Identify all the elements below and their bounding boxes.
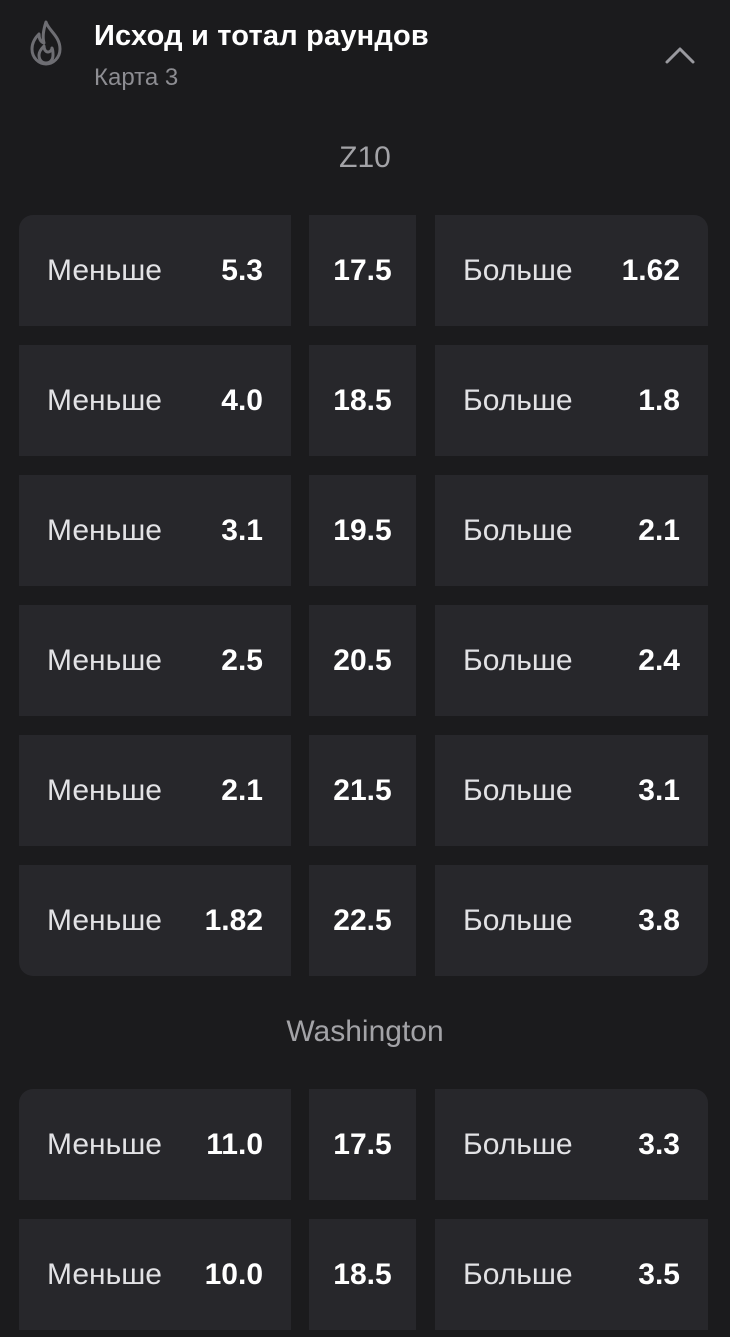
odds-row: Меньше 4.0 18.5 Больше 1.8: [19, 345, 708, 456]
under-odd-button[interactable]: Меньше 4.0: [19, 345, 291, 456]
odds-row: Меньше 5.3 17.5 Больше 1.62: [19, 215, 708, 326]
over-odd-button[interactable]: Больше 3.8: [435, 865, 708, 976]
chevron-up-icon[interactable]: [662, 38, 698, 72]
odds-row: Меньше 10.0 18.5 Больше 3.5: [19, 1219, 708, 1330]
total-value: 22.5: [333, 903, 392, 937]
under-odd: 10.0: [204, 1257, 263, 1291]
over-odd: 1.8: [638, 383, 680, 417]
over-label: Больше: [463, 643, 573, 677]
under-label: Меньше: [47, 903, 162, 937]
under-odd: 5.3: [221, 253, 263, 287]
over-label: Больше: [463, 903, 573, 937]
over-odd-button[interactable]: Больше 2.1: [435, 475, 708, 586]
under-label: Меньше: [47, 643, 162, 677]
under-label: Меньше: [47, 253, 162, 287]
total-cell: 22.5: [309, 865, 416, 976]
odds-row: Меньше 2.1 21.5 Больше 3.1: [19, 735, 708, 846]
under-odd: 4.0: [221, 383, 263, 417]
under-odd: 3.1: [221, 513, 263, 547]
over-odd: 3.1: [638, 773, 680, 807]
under-odd-button[interactable]: Меньше 11.0: [19, 1089, 291, 1200]
over-odd: 2.1: [638, 513, 680, 547]
under-odd-button[interactable]: Меньше 5.3: [19, 215, 291, 326]
total-value: 17.5: [333, 253, 392, 287]
total-cell: 17.5: [309, 1089, 416, 1200]
total-cell: 19.5: [309, 475, 416, 586]
market-title: Исход и тотал раундов: [94, 20, 429, 52]
under-odd: 11.0: [206, 1127, 263, 1161]
total-value: 18.5: [333, 383, 392, 417]
under-label: Меньше: [47, 1257, 162, 1291]
total-cell: 18.5: [309, 1219, 416, 1330]
under-odd-button[interactable]: Меньше 10.0: [19, 1219, 291, 1330]
under-odd-button[interactable]: Меньше 3.1: [19, 475, 291, 586]
odds-group-washington: Меньше 11.0 17.5 Больше 3.3 Меньше 10.0 18.…: [19, 1089, 708, 1330]
total-cell: 17.5: [309, 215, 416, 326]
over-odd: 3.8: [638, 903, 680, 937]
under-odd-button[interactable]: Меньше 2.1: [19, 735, 291, 846]
over-odd-button[interactable]: Больше 1.8: [435, 345, 708, 456]
over-label: Больше: [463, 1127, 573, 1161]
odds-row: Меньше 1.82 22.5 Больше 3.8: [19, 865, 708, 976]
over-odd-button[interactable]: Больше 1.62: [435, 215, 708, 326]
odds-row: Меньше 11.0 17.5 Больше 3.3: [19, 1089, 708, 1200]
over-odd-button[interactable]: Больше 3.1: [435, 735, 708, 846]
total-value: 20.5: [333, 643, 392, 677]
under-odd: 1.82: [204, 903, 263, 937]
total-cell: 18.5: [309, 345, 416, 456]
under-label: Меньше: [47, 1127, 162, 1161]
over-label: Больше: [463, 253, 573, 287]
over-odd: 1.62: [621, 253, 680, 287]
flame-icon: [30, 20, 62, 66]
over-label: Больше: [463, 773, 573, 807]
under-label: Меньше: [47, 513, 162, 547]
over-label: Больше: [463, 1257, 573, 1291]
total-cell: 21.5: [309, 735, 416, 846]
over-odd: 3.3: [638, 1127, 680, 1161]
odds-row: Меньше 2.5 20.5 Больше 2.4: [19, 605, 708, 716]
team-name-z10: Z10: [339, 141, 391, 174]
total-value: 19.5: [333, 513, 392, 547]
over-odd-button[interactable]: Больше 3.5: [435, 1219, 708, 1330]
odds-row: Меньше 3.1 19.5 Больше 2.1: [19, 475, 708, 586]
over-odd: 3.5: [638, 1257, 680, 1291]
odds-group-z10: Меньше 5.3 17.5 Больше 1.62 Меньше 4.0 18.5…: [19, 215, 708, 976]
under-label: Меньше: [47, 773, 162, 807]
total-value: 17.5: [333, 1127, 392, 1161]
under-odd: 2.1: [221, 773, 263, 807]
over-odd-button[interactable]: Больше 2.4: [435, 605, 708, 716]
total-cell: 20.5: [309, 605, 416, 716]
market-subtitle: Карта 3: [94, 64, 179, 91]
team-name-washington: Washington: [286, 1015, 444, 1048]
total-value: 21.5: [333, 773, 392, 807]
over-label: Больше: [463, 383, 573, 417]
under-odd: 2.5: [221, 643, 263, 677]
over-odd-button[interactable]: Больше 3.3: [435, 1089, 708, 1200]
under-label: Меньше: [47, 383, 162, 417]
under-odd-button[interactable]: Меньше 2.5: [19, 605, 291, 716]
over-odd: 2.4: [638, 643, 680, 677]
total-value: 18.5: [333, 1257, 392, 1291]
over-label: Больше: [463, 513, 573, 547]
market-header[interactable]: Исход и тотал раундов Карта 3: [0, 0, 730, 120]
under-odd-button[interactable]: Меньше 1.82: [19, 865, 291, 976]
